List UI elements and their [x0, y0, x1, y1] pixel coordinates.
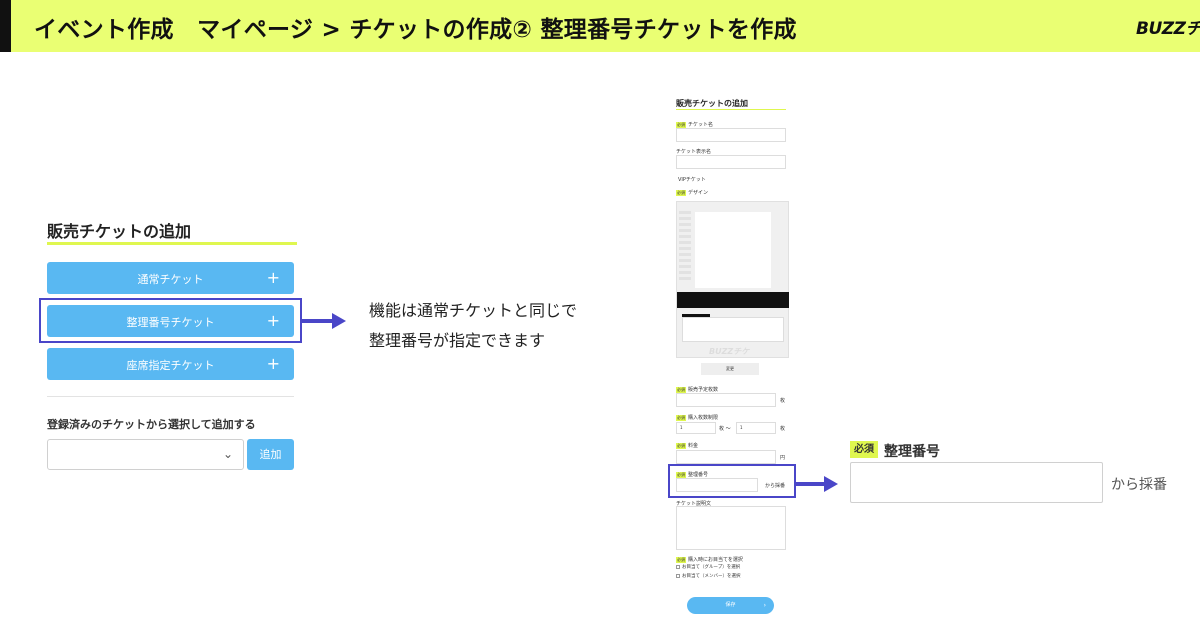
ticket-display-name-input[interactable] [676, 155, 786, 169]
arrow-right-icon [796, 475, 840, 493]
highlight-box [39, 298, 302, 343]
feature-description: 機能は通常チケットと同じで 整理番号が指定できます [369, 296, 577, 356]
yen-unit: 円 [780, 455, 786, 461]
button-label: 通常チケット [137, 273, 204, 286]
description-line-1: 機能は通常チケットと同じで [369, 301, 578, 320]
chevron-right-icon: › [763, 602, 766, 609]
limit-max-select[interactable]: 1 [736, 422, 776, 434]
ticket-display-name-label: チケット表示名 [676, 149, 712, 155]
chevron-down-icon: ⌄ [222, 447, 233, 461]
vertical-watermark [679, 210, 691, 280]
change-design-button[interactable]: 変更 [701, 363, 759, 375]
brand-logo: BUZZチケ [1136, 19, 1200, 39]
limit-min-select[interactable]: 1 [676, 422, 716, 434]
ticket-band [677, 292, 789, 308]
sales-count-input[interactable] [676, 393, 776, 407]
price-input[interactable] [676, 450, 776, 464]
normal-ticket-button[interactable]: 通常チケット + [47, 262, 294, 294]
plus-icon: + [266, 354, 280, 373]
design-watermark: BUZZチケ [709, 347, 750, 356]
ticket-image-area [695, 212, 771, 288]
design-label: 必須 デザイン [676, 190, 709, 196]
ticket-description-textarea[interactable] [676, 506, 786, 550]
form-title-underline [676, 109, 786, 110]
heading-underline [47, 242, 297, 245]
arrow-right-icon [302, 312, 346, 330]
assign-on-purchase-label: 必須 購入時にお目当てを選択 [676, 557, 743, 563]
page-header: イベント作成 マイページ > チケットの作成② 整理番号チケットを作成 BUZZ… [0, 0, 1200, 52]
required-badge: 必須 [850, 441, 878, 458]
header-accent-bar [0, 0, 11, 52]
sheets-unit: 枚 [780, 426, 786, 432]
sheets-unit: 枚 [780, 398, 786, 404]
group-option-checkbox[interactable]: お目当て（グループ）を選択 [676, 564, 740, 570]
purchase-limit-label: 必須 購入枚数制限 [676, 415, 719, 421]
reserved-seat-ticket-button[interactable]: 座席指定チケット + [47, 348, 294, 380]
form-title: 販売チケットの追加 [676, 99, 748, 108]
assign-suffix: から採番 [1111, 477, 1167, 493]
highlight-box [668, 464, 796, 498]
page-title: イベント作成 マイページ > チケットの作成② 整理番号チケットを作成 [34, 17, 797, 43]
save-button[interactable]: 保存 › [687, 597, 774, 614]
description-line-2: 整理番号が指定できます [369, 331, 546, 350]
vip-checkbox[interactable]: VIPチケット [678, 176, 706, 183]
registered-ticket-label: 登録済みのチケットから選択して追加する [47, 418, 256, 431]
ticket-name-input[interactable] [676, 128, 786, 142]
add-ticket-heading: 販売チケットの追加 [47, 222, 192, 241]
button-label: 座席指定チケット [126, 359, 215, 372]
member-option-checkbox[interactable]: お目当て（メンバー）を選択 [676, 573, 741, 579]
price-label: 必須 料金 [676, 443, 699, 449]
queue-number-label: 整理番号 [884, 444, 940, 460]
registered-ticket-select[interactable]: ⌄ [47, 439, 244, 470]
add-button[interactable]: 追加 [247, 439, 294, 470]
queue-number-input[interactable] [850, 462, 1103, 503]
ticket-name-label: 必須 チケット名 [676, 122, 714, 128]
divider [47, 396, 294, 397]
limit-separator: 枚 〜 [719, 426, 731, 432]
sales-count-label: 必須 販売予定枚数 [676, 387, 719, 393]
ticket-card [682, 317, 784, 342]
plus-icon: + [266, 268, 280, 287]
ticket-design-preview: BUZZチケ [676, 201, 789, 358]
